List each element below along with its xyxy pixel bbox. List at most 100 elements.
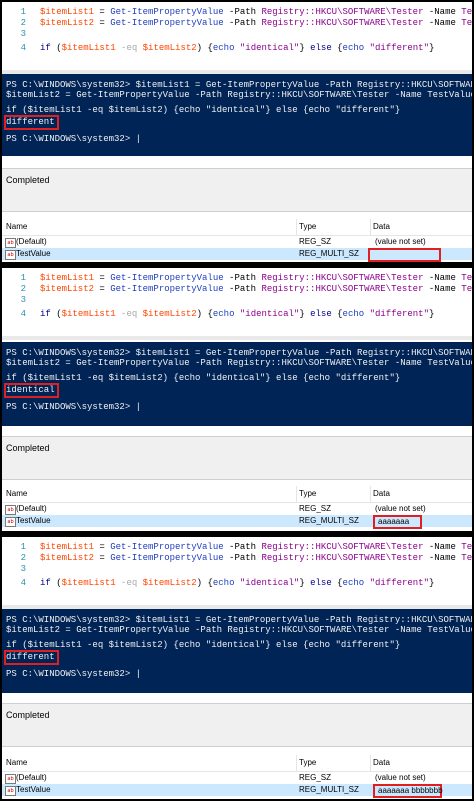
column-separator[interactable]	[296, 755, 297, 771]
line-number: 4	[20, 309, 26, 319]
screenshot-panel-2: 1 $itemList1 = Get-ItemPropertyValue -Pat…	[2, 268, 472, 531]
column-header-name[interactable]: Name	[6, 758, 27, 767]
cmdlet-token: echo	[212, 43, 235, 53]
status-bar: Completed	[2, 703, 472, 747]
registry-values-list[interactable]: Name Type Data ab (Default) REG_SZ (value not …	[2, 219, 472, 262]
operator-token: -eq	[121, 43, 138, 53]
variable-token: $itemList1	[40, 273, 95, 283]
list-header: Name Type Data	[2, 219, 472, 236]
status-text: Completed	[6, 443, 50, 453]
editor-line[interactable]: 4 if ($itemList1 -eq $itemList2) {echo "i…	[2, 42, 472, 54]
value-type: REG_MULTI_SZ	[299, 249, 359, 258]
cmdlet-token: Get-ItemPropertyValue	[110, 18, 224, 28]
cmdlet-token: Get-ItemPropertyValue	[110, 284, 224, 294]
cmdlet-token: Get-ItemPropertyValue	[110, 553, 224, 563]
value-data: (value not set)	[375, 237, 426, 246]
powershell-console[interactable]: PS C:\WINDOWS\system32> $itemList1 = Get…	[2, 342, 472, 426]
horizontal-scrollbar[interactable]	[2, 336, 472, 340]
column-header-name[interactable]: Name	[6, 222, 27, 231]
script-editor[interactable]: 1 $itemList1 = Get-ItemPropertyValue -Pat…	[2, 268, 472, 336]
editor-line[interactable]: 3	[2, 28, 472, 40]
value-type: REG_MULTI_SZ	[299, 785, 359, 794]
cmdlet-token: Get-ItemPropertyValue	[110, 273, 224, 283]
column-header-type[interactable]: Type	[299, 489, 316, 498]
registry-value-row[interactable]: ab (Default) REG_SZ (value not set)	[2, 772, 472, 784]
line-number: 3	[20, 295, 26, 305]
powershell-console[interactable]: PS C:\WINDOWS\system32> $itemList1 = Get…	[2, 609, 472, 693]
string-value-icon: ab	[5, 786, 16, 796]
string-token: "different"	[369, 309, 429, 319]
string-token: "different"	[369, 43, 429, 53]
string-token: "identical"	[239, 43, 300, 53]
cmdlet-token: echo	[342, 43, 365, 53]
value-data: (value not set)	[375, 773, 426, 782]
column-header-name[interactable]: Name	[6, 489, 27, 498]
script-editor[interactable]: 1 $itemList1 = Get-ItemPropertyValue -Pat…	[2, 537, 472, 605]
cmdlet-token: echo	[212, 578, 235, 588]
list-header: Name Type Data	[2, 486, 472, 503]
value-type: REG_MULTI_SZ	[299, 516, 359, 525]
column-header-type[interactable]: Type	[299, 758, 316, 767]
editor-line[interactable]: 4 if ($itemList1 -eq $itemList2) {echo "i…	[2, 577, 472, 589]
registry-value-row[interactable]: ab TestValue REG_MULTI_SZ	[2, 248, 472, 262]
code-text: if ($itemList1 -eq $itemList2) {echo "id…	[40, 309, 435, 319]
name-token: TestValue	[461, 542, 472, 552]
keyword-token: else	[310, 578, 332, 588]
string-token: "identical"	[239, 309, 300, 319]
powershell-console[interactable]: PS C:\WINDOWS\system32> $itemList1 = Get…	[2, 74, 472, 156]
console-prompt[interactable]: PS C:\WINDOWS\system32> |	[6, 134, 141, 145]
console-prompt[interactable]: PS C:\WINDOWS\system32> |	[6, 402, 141, 413]
keyword-token: else	[310, 43, 332, 53]
line-number: 4	[20, 43, 26, 53]
value-name: TestValue	[16, 516, 51, 525]
string-token: "different"	[369, 578, 429, 588]
param-token: -Path	[223, 18, 262, 28]
assign-token: =	[94, 7, 111, 17]
column-separator[interactable]	[296, 219, 297, 235]
console-result-output: different	[4, 115, 59, 130]
list-header: Name Type Data	[2, 755, 472, 772]
param-token: -Path	[223, 273, 262, 283]
keyword-token: else	[310, 309, 332, 319]
operator-token: -eq	[121, 309, 138, 319]
column-separator[interactable]	[370, 755, 371, 771]
column-separator[interactable]	[370, 219, 371, 235]
column-header-data[interactable]: Data	[373, 758, 390, 767]
script-editor[interactable]: 1 $itemList1 = Get-ItemPropertyValue -Pat…	[2, 2, 472, 70]
value-type: REG_SZ	[299, 237, 332, 246]
registry-values-list[interactable]: Name Type Data ab (Default) REG_SZ (value not …	[2, 755, 472, 799]
value-name: TestValue	[16, 249, 51, 258]
registry-value-row[interactable]: ab (Default) REG_SZ (value not set)	[2, 503, 472, 515]
registry-value-row[interactable]: ab TestValue REG_MULTI_SZ aaaaaaa bbbbbbb	[2, 784, 472, 798]
assign-token: =	[94, 542, 111, 552]
line-number: 3	[20, 564, 26, 574]
editor-line[interactable]: 3	[2, 294, 472, 306]
console-prompt[interactable]: PS C:\WINDOWS\system32> |	[6, 669, 141, 680]
cmdlet-token: echo	[342, 309, 365, 319]
registry-value-row[interactable]: ab TestValue REG_MULTI_SZ aaaaaaa	[2, 515, 472, 529]
string-value-icon: ab	[5, 250, 16, 260]
variable-token: $itemList1	[61, 578, 116, 588]
string-value-icon: ab	[5, 774, 16, 784]
variable-token: $itemList2	[40, 553, 95, 563]
value-name: (Default)	[16, 504, 47, 513]
column-header-type[interactable]: Type	[299, 222, 316, 231]
string-token: "identical"	[239, 578, 300, 588]
registry-value-row[interactable]: ab (Default) REG_SZ (value not set)	[2, 236, 472, 248]
console-line: $itemList2 = Get-ItemPropertyValue -Path…	[6, 625, 472, 635]
keyword-token: if	[40, 43, 51, 53]
path-token: Registry::HKCU\SOFTWARE\Tester	[261, 284, 424, 294]
column-header-data[interactable]: Data	[373, 489, 390, 498]
editor-line[interactable]: 4 if ($itemList1 -eq $itemList2) {echo "i…	[2, 308, 472, 320]
variable-token: $itemList2	[40, 18, 95, 28]
column-header-data[interactable]: Data	[373, 222, 390, 231]
registry-values-list[interactable]: Name Type Data ab (Default) REG_SZ (value not …	[2, 486, 472, 531]
column-separator[interactable]	[296, 486, 297, 502]
param-token: -Name	[423, 7, 462, 17]
editor-line[interactable]: 3	[2, 563, 472, 575]
cmdlet-token: Get-ItemPropertyValue	[110, 542, 224, 552]
param-token: -Path	[223, 542, 262, 552]
code-text: if ($itemList1 -eq $itemList2) {echo "id…	[40, 578, 435, 588]
column-separator[interactable]	[370, 486, 371, 502]
value-data-highlighted	[368, 248, 441, 262]
